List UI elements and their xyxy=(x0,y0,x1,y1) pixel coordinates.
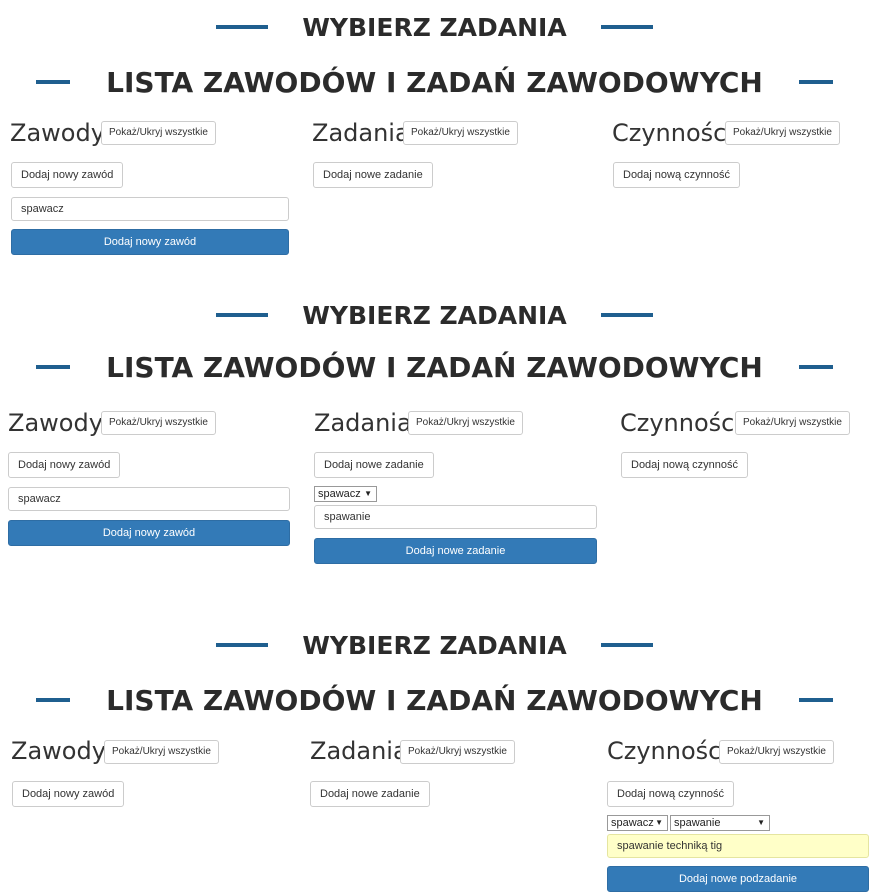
accent-line xyxy=(798,365,833,369)
dropdown-caret-icon: ▼ xyxy=(364,489,372,498)
submit-subtask-button[interactable]: Dodaj nowe podzadanie xyxy=(607,866,869,892)
add-activity-button[interactable]: Dodaj nową czynność xyxy=(613,162,741,188)
heading-text: WYBIERZ ZADANIA xyxy=(302,12,567,42)
accent-line xyxy=(600,643,653,647)
activities-title: Czynności xyxy=(612,119,734,147)
toggle-all-tasks-button[interactable]: Pokaż/Ukryj wszystkie xyxy=(408,411,523,435)
accent-line xyxy=(600,313,653,317)
submit-profession-button[interactable]: Dodaj nowy zawód xyxy=(11,229,289,255)
accent-line xyxy=(798,80,833,84)
select-value: spawanie xyxy=(674,817,721,829)
toggle-all-activities-button[interactable]: Pokaż/Ukryj wszystkie xyxy=(725,121,840,145)
list-heading: LISTA ZAWODÓW I ZADAŃ ZAWODOWYCH xyxy=(0,680,869,720)
tasks-title: Zadania xyxy=(314,409,412,437)
accent-line xyxy=(798,698,833,702)
heading-text: WYBIERZ ZADANIA xyxy=(302,630,567,660)
activities-title: Czynności xyxy=(607,737,729,765)
professions-title: Zawody xyxy=(8,409,103,437)
toggle-all-professions-button[interactable]: Pokaż/Ukryj wszystkie xyxy=(101,411,216,435)
profession-input[interactable]: spawacz xyxy=(11,197,289,221)
accent-line xyxy=(216,643,269,647)
dropdown-caret-icon: ▼ xyxy=(655,818,663,827)
choose-tasks-heading: WYBIERZ ZADANIA xyxy=(0,10,869,44)
activities-title: Czynności xyxy=(620,409,742,437)
task-select[interactable]: spawanie ▼ xyxy=(670,815,770,831)
toggle-all-activities-button[interactable]: Pokaż/Ukryj wszystkie xyxy=(719,740,834,764)
profession-select[interactable]: spawacz ▼ xyxy=(314,486,377,502)
add-profession-button[interactable]: Dodaj nowy zawód xyxy=(8,452,121,478)
dropdown-caret-icon: ▼ xyxy=(757,818,765,827)
accent-line xyxy=(36,80,71,84)
accent-line xyxy=(36,698,71,702)
accent-line xyxy=(216,313,269,317)
toggle-all-professions-button[interactable]: Pokaż/Ukryj wszystkie xyxy=(101,121,216,145)
toggle-all-tasks-button[interactable]: Pokaż/Ukryj wszystkie xyxy=(403,121,518,145)
panel-step-1: WYBIERZ ZADANIA LISTA ZAWODÓW I ZADAŃ ZA… xyxy=(0,0,869,265)
profession-input[interactable]: spawacz xyxy=(8,487,290,511)
accent-line xyxy=(36,365,71,369)
heading-text: LISTA ZAWODÓW I ZADAŃ ZAWODOWYCH xyxy=(106,350,763,384)
add-profession-button[interactable]: Dodaj nowy zawód xyxy=(12,781,125,807)
submit-profession-button[interactable]: Dodaj nowy zawód xyxy=(8,520,290,546)
activity-input[interactable]: spawanie techniką tig xyxy=(607,834,869,858)
heading-text: LISTA ZAWODÓW I ZADAŃ ZAWODOWYCH xyxy=(106,683,763,717)
heading-text: WYBIERZ ZADANIA xyxy=(302,300,567,330)
choose-tasks-heading: WYBIERZ ZADANIA xyxy=(0,628,869,662)
add-task-button[interactable]: Dodaj nowe zadanie xyxy=(310,781,430,807)
add-profession-button[interactable]: Dodaj nowy zawód xyxy=(11,162,124,188)
task-input[interactable]: spawanie xyxy=(314,505,597,529)
accent-line xyxy=(600,25,653,29)
list-heading: LISTA ZAWODÓW I ZADAŃ ZAWODOWYCH xyxy=(0,62,869,102)
heading-text: LISTA ZAWODÓW I ZADAŃ ZAWODOWYCH xyxy=(106,65,763,99)
profession-select[interactable]: spawacz ▼ xyxy=(607,815,668,831)
toggle-all-activities-button[interactable]: Pokaż/Ukryj wszystkie xyxy=(735,411,850,435)
select-value: spawacz xyxy=(611,817,654,829)
professions-title: Zawody xyxy=(10,119,105,147)
choose-tasks-heading: WYBIERZ ZADANIA xyxy=(0,298,869,332)
toggle-all-professions-button[interactable]: Pokaż/Ukryj wszystkie xyxy=(104,740,219,764)
tasks-title: Zadania xyxy=(310,737,408,765)
panel-step-2: WYBIERZ ZADANIA LISTA ZAWODÓW I ZADAŃ ZA… xyxy=(0,290,869,580)
professions-title: Zawody xyxy=(11,737,106,765)
add-task-button[interactable]: Dodaj nowe zadanie xyxy=(314,452,434,478)
add-task-button[interactable]: Dodaj nowe zadanie xyxy=(313,162,433,188)
add-activity-button[interactable]: Dodaj nową czynność xyxy=(621,452,749,478)
submit-task-button[interactable]: Dodaj nowe zadanie xyxy=(314,538,597,564)
list-heading: LISTA ZAWODÓW I ZADAŃ ZAWODOWYCH xyxy=(0,347,869,387)
panel-step-3: WYBIERZ ZADANIA LISTA ZAWODÓW I ZADAŃ ZA… xyxy=(0,620,869,892)
select-value: spawacz xyxy=(318,488,361,500)
toggle-all-tasks-button[interactable]: Pokaż/Ukryj wszystkie xyxy=(400,740,515,764)
add-activity-button[interactable]: Dodaj nową czynność xyxy=(607,781,735,807)
accent-line xyxy=(216,25,269,29)
tasks-title: Zadania xyxy=(312,119,410,147)
